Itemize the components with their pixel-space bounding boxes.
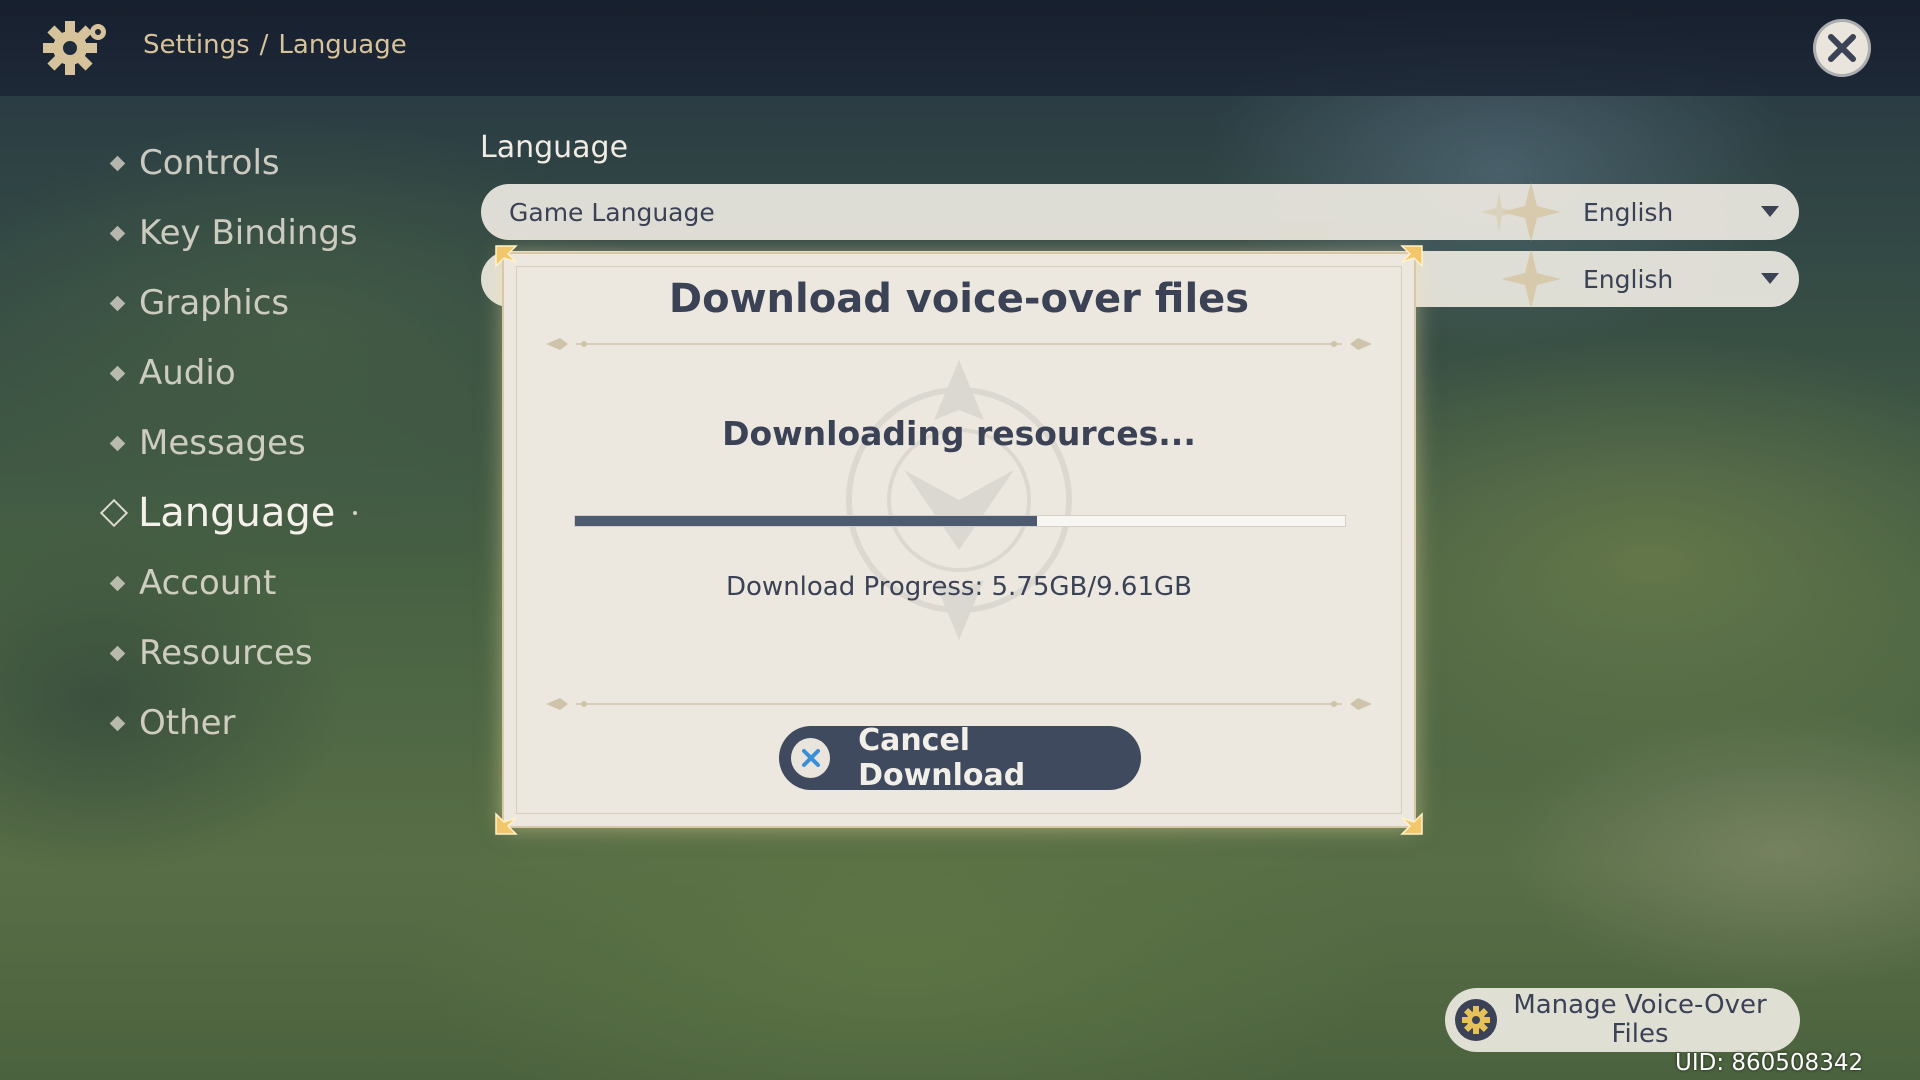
- setting-label: Game Language: [509, 197, 715, 227]
- diamond-bullet-icon: [109, 365, 126, 381]
- corner-ornament-icon: [1400, 245, 1423, 268]
- sidebar-item-label: Other: [139, 703, 236, 743]
- manage-voice-over-files-button[interactable]: Manage Voice-Over Files: [1445, 988, 1800, 1052]
- breadcrumb: Settings / Language: [143, 30, 407, 60]
- sidebar-item-label: Resources: [139, 633, 313, 673]
- star-decoration-icon: [1501, 249, 1561, 309]
- sidebar-item-label: Audio: [139, 353, 236, 393]
- active-indicator-dot: [353, 511, 358, 515]
- close-button[interactable]: [1813, 19, 1871, 77]
- sidebar-item-language[interactable]: Language: [99, 478, 358, 548]
- top-bar: Settings / Language: [0, 0, 1920, 96]
- sidebar-item-label: Graphics: [139, 283, 290, 323]
- sidebar-item-resources[interactable]: Resources: [109, 618, 358, 688]
- diamond-bullet-icon: [109, 155, 126, 171]
- diamond-bullet-icon: [109, 645, 126, 661]
- chevron-down-icon: [1761, 206, 1779, 217]
- section-title: Language: [480, 130, 629, 165]
- sidebar-item-label: Account: [139, 563, 277, 603]
- corner-ornament-icon: [495, 812, 518, 835]
- chevron-down-icon: [1761, 273, 1779, 284]
- breadcrumb-separator: /: [259, 30, 269, 60]
- sidebar-item-graphics[interactable]: Graphics: [109, 268, 358, 338]
- corner-ornament-icon: [495, 245, 518, 268]
- sidebar-item-controls[interactable]: Controls: [109, 128, 358, 198]
- download-progress-fill: [575, 516, 1037, 526]
- sidebar-item-label: Language: [138, 490, 336, 536]
- gear-icon: [43, 21, 106, 75]
- breadcrumb-parent[interactable]: Settings: [143, 30, 250, 60]
- sidebar-item-label: Key Bindings: [139, 213, 358, 253]
- sidebar-item-account[interactable]: Account: [109, 548, 358, 618]
- setting-value: English: [1583, 264, 1674, 294]
- diamond-bullet-icon: [109, 715, 126, 731]
- breadcrumb-current: Language: [278, 30, 407, 60]
- download-progress-bar: [575, 516, 1345, 526]
- settings-sidebar: Controls Key Bindings Graphics Audio Mes…: [99, 128, 358, 758]
- download-status-text: Downloading resources...: [722, 414, 1196, 453]
- dialog-title: Download voice-over files: [668, 276, 1250, 322]
- manage-voice-over-label: Manage Voice-Over Files: [1513, 990, 1767, 1049]
- close-icon: [1828, 34, 1856, 62]
- sidebar-item-key-bindings[interactable]: Key Bindings: [109, 198, 358, 268]
- sidebar-item-other[interactable]: Other: [109, 688, 358, 758]
- corner-ornament-icon: [1400, 812, 1423, 835]
- diamond-bullet-icon: [109, 435, 126, 451]
- download-dialog: Download voice-over files Downloading re…: [495, 245, 1423, 835]
- star-decoration-icon: [1481, 182, 1561, 242]
- sidebar-item-audio[interactable]: Audio: [109, 338, 358, 408]
- ornamental-divider: [546, 338, 1372, 350]
- diamond-bullet-icon: [109, 575, 126, 591]
- diamond-bullet-icon: [109, 225, 126, 241]
- uid-label: UID: 860508342: [1675, 1050, 1864, 1076]
- x-circle-icon: [791, 738, 831, 778]
- sidebar-item-messages[interactable]: Messages: [109, 408, 358, 478]
- cancel-download-label: Cancel Download: [858, 723, 1026, 793]
- diamond-bullet-icon: [109, 295, 126, 311]
- ornamental-divider: [546, 698, 1372, 710]
- sidebar-item-label: Messages: [139, 423, 306, 463]
- game-language-dropdown[interactable]: Game Language English: [481, 182, 1799, 242]
- cancel-download-button[interactable]: Cancel Download: [779, 723, 1141, 793]
- download-progress-text: Download Progress: 5.75GB/9.61GB: [726, 572, 1192, 602]
- gear-icon: [1455, 999, 1497, 1041]
- sidebar-item-label: Controls: [139, 143, 280, 183]
- emblem-watermark-icon: [846, 360, 1072, 640]
- setting-value: English: [1583, 197, 1674, 227]
